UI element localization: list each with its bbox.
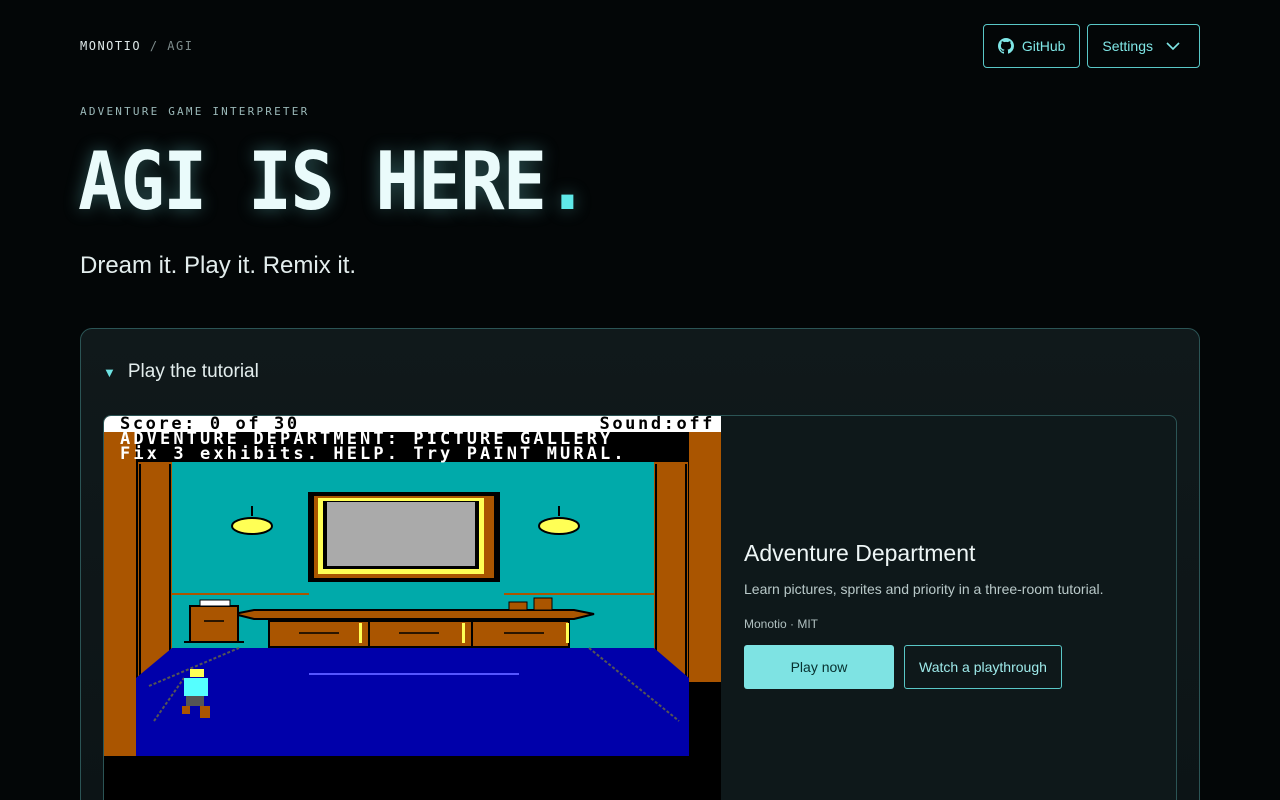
- game-sound-status: Sound:off: [599, 415, 715, 434]
- game-message-line-2: Fix 3 exhibits. HELP. Try PAINT MURAL.: [120, 444, 627, 464]
- game-screen[interactable]: Score: 0 of 30 Sound:off ADVENTURE DEPAR…: [104, 416, 721, 800]
- play-now-button[interactable]: Play now: [744, 645, 894, 689]
- hero-title-text: AGI IS HERE: [78, 135, 547, 228]
- hero-tagline: Dream it. Play it. Remix it.: [80, 252, 357, 279]
- tutorial-summary[interactable]: ▼ Play the tutorial: [103, 361, 259, 383]
- tutorial-summary-label: Play the tutorial: [127, 361, 259, 382]
- settings-button[interactable]: Settings: [1087, 24, 1200, 68]
- breadcrumb: MONOTIO / AGI: [80, 39, 193, 53]
- game-meta: Monotio · MIT: [744, 617, 819, 631]
- chevron-down-icon: [1161, 38, 1185, 54]
- github-icon: [997, 38, 1014, 54]
- brand-name[interactable]: MONOTIO: [80, 39, 141, 53]
- hero-eyebrow: ADVENTURE GAME INTERPRETER: [80, 105, 310, 118]
- hero-title: AGI IS HERE.: [78, 134, 590, 230]
- game-actions: Play now Watch a playthrough: [744, 645, 1154, 689]
- game-card: Score: 0 of 30 Sound:off ADVENTURE DEPAR…: [103, 415, 1177, 800]
- breadcrumb-separator: /: [149, 39, 159, 53]
- header-actions: GitHub Settings: [982, 24, 1200, 68]
- top-bar: MONOTIO / AGI GitHub Settings: [80, 24, 1200, 68]
- settings-label: Settings: [1102, 38, 1153, 54]
- hero-title-dot: .: [545, 135, 589, 228]
- game-title: Adventure Department: [744, 540, 976, 566]
- watch-playthrough-button[interactable]: Watch a playthrough: [904, 645, 1062, 689]
- disclosure-triangle-icon: ▼: [103, 364, 116, 380]
- tutorial-panel: ▼ Play the tutorial Score: 0 of 30 Sound…: [80, 328, 1200, 800]
- breadcrumb-section: AGI: [167, 39, 194, 53]
- game-scene-illustration: [104, 432, 721, 800]
- github-label: GitHub: [1021, 38, 1066, 54]
- github-button[interactable]: GitHub: [982, 24, 1081, 68]
- game-description: Learn pictures, sprites and priority in …: [744, 581, 1104, 597]
- game-info: Adventure Department Learn pictures, spr…: [744, 540, 1154, 689]
